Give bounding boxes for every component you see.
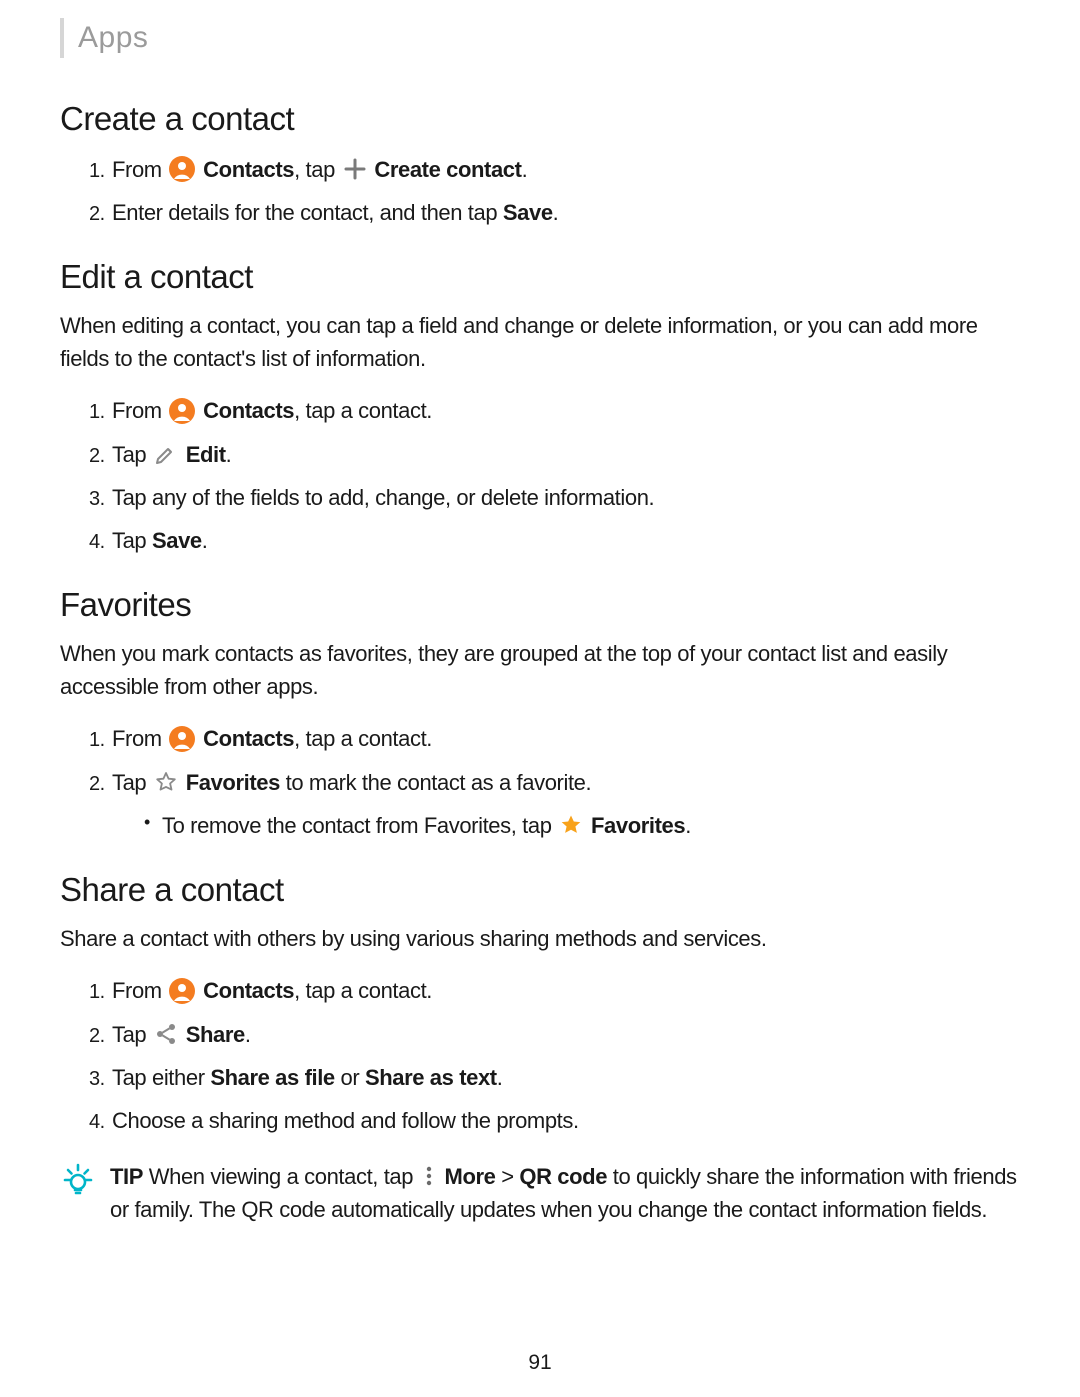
- contacts-label: Contacts: [197, 157, 294, 182]
- qr-code-label: QR code: [519, 1164, 607, 1189]
- star-outline-icon: [154, 770, 178, 794]
- more-vertical-icon: [421, 1164, 437, 1188]
- share-intro: Share a contact with others by using var…: [60, 923, 1022, 956]
- contacts-label: Contacts: [197, 398, 294, 423]
- breadcrumb-bar: [60, 18, 64, 58]
- contacts-icon: [169, 726, 195, 752]
- share-icon: [154, 1022, 178, 1046]
- plus-icon: [343, 157, 367, 181]
- tip-text: TIP When viewing a contact, tap More > Q…: [110, 1160, 1022, 1226]
- contacts-label: Contacts: [197, 726, 294, 751]
- contacts-icon: [169, 156, 195, 182]
- breadcrumb: Apps: [60, 18, 1022, 58]
- favorites-label: Favorites: [585, 813, 685, 838]
- favorites-label: Favorites: [180, 770, 280, 795]
- share-label: Share: [180, 1022, 245, 1047]
- page-number: 91: [0, 1351, 1080, 1375]
- share-steps: From Contacts, tap a contact. Tap Share.…: [60, 973, 1022, 1138]
- share-step-4: Choose a sharing method and follow the p…: [110, 1103, 1022, 1138]
- share-step-2: Tap Share.: [110, 1017, 1022, 1052]
- create-contact-label: Create contact: [369, 157, 522, 182]
- edit-step-1: From Contacts, tap a contact.: [110, 393, 1022, 428]
- breadcrumb-label: Apps: [78, 21, 148, 55]
- share-step-1: From Contacts, tap a contact.: [110, 973, 1022, 1008]
- more-label: More: [439, 1164, 496, 1189]
- favorites-intro: When you mark contacts as favorites, the…: [60, 638, 1022, 703]
- tip-block: TIP When viewing a contact, tap More > Q…: [60, 1160, 1022, 1226]
- edit-intro: When editing a contact, you can tap a fi…: [60, 310, 1022, 375]
- contacts-label: Contacts: [197, 978, 294, 1003]
- star-filled-icon: [559, 813, 583, 837]
- edit-step-3: Tap any of the fields to add, change, or…: [110, 480, 1022, 515]
- heading-create-contact: Create a contact: [60, 100, 1022, 138]
- edit-step-2: Tap Edit.: [110, 437, 1022, 472]
- lightbulb-icon: [60, 1162, 96, 1203]
- edit-step-4: Tap Save.: [110, 523, 1022, 558]
- create-step-2: Enter details for the contact, and then …: [110, 195, 1022, 230]
- contacts-icon: [169, 978, 195, 1004]
- edit-steps: From Contacts, tap a contact. Tap Edit. …: [60, 393, 1022, 558]
- heading-edit-contact: Edit a contact: [60, 258, 1022, 296]
- heading-favorites: Favorites: [60, 586, 1022, 624]
- share-step-3: Tap either Share as file or Share as tex…: [110, 1060, 1022, 1095]
- favorites-step-1: From Contacts, tap a contact.: [110, 721, 1022, 756]
- favorites-substeps: To remove the contact from Favorites, ta…: [112, 808, 1022, 843]
- edit-label: Edit: [180, 442, 226, 467]
- create-steps: From Contacts, tap Create contact. Enter…: [60, 152, 1022, 230]
- favorites-sub-1: To remove the contact from Favorites, ta…: [144, 808, 1022, 843]
- pencil-icon: [154, 442, 178, 466]
- tip-label: TIP: [110, 1164, 143, 1189]
- heading-share-contact: Share a contact: [60, 871, 1022, 909]
- favorites-steps: From Contacts, tap a contact. Tap Favori…: [60, 721, 1022, 843]
- contacts-icon: [169, 398, 195, 424]
- create-step-1: From Contacts, tap Create contact.: [110, 152, 1022, 187]
- favorites-step-2: Tap Favorites to mark the contact as a f…: [110, 765, 1022, 843]
